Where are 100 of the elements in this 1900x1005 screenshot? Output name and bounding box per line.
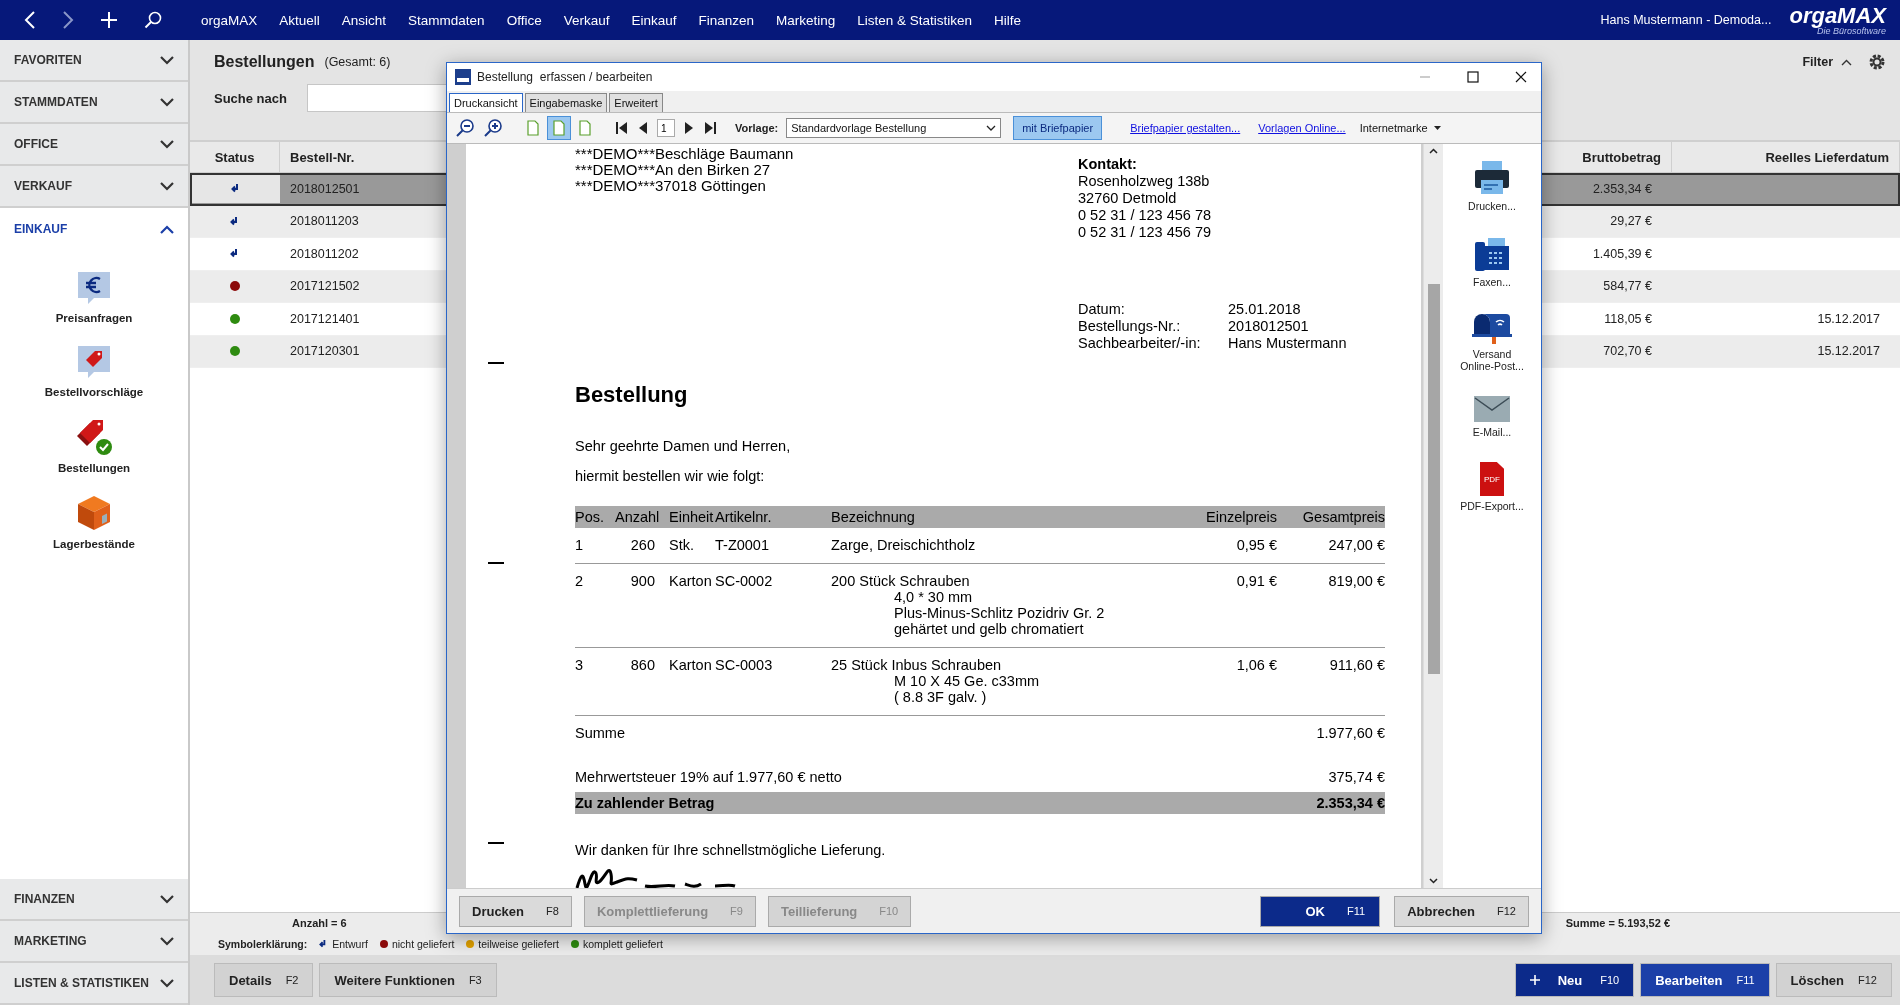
toolbar-button[interactable]: Löschen F12 — [1775, 963, 1892, 997]
letterhead-toggle[interactable]: mit Briefpapier — [1013, 116, 1103, 140]
nav-item-label[interactable]: Bestellungen — [57, 462, 131, 474]
table-cell-text: Zarge, Dreischichtholz — [831, 537, 977, 553]
pdf-icon[interactable]: PDF — [1480, 462, 1504, 496]
item-detail: ( 8.8 3F galv. ) — [893, 689, 988, 705]
dialog-button[interactable]: Abbrechen F12 — [1394, 895, 1529, 927]
item-detail: 4,0 * 30 mm — [893, 589, 974, 605]
intro-text: hiermit bestellen wir wie folgt: — [575, 468, 766, 484]
box-icon[interactable] — [76, 494, 112, 532]
menu-item[interactable]: Aktuell — [268, 12, 331, 28]
zoom-in-icon[interactable] — [483, 118, 503, 138]
table-cell-text: 260 — [629, 537, 656, 553]
table-cell: 2018011203 — [290, 214, 359, 229]
stamp-menu[interactable]: Internetmarke — [1353, 121, 1447, 135]
page-number-field[interactable]: 1 — [657, 119, 675, 137]
page-view-button[interactable] — [547, 116, 571, 140]
item-detail: gehärtet und gelb chromatiert — [893, 621, 1085, 637]
mailbox-icon[interactable] — [1472, 312, 1512, 344]
tag-bubble-icon[interactable] — [76, 344, 112, 380]
action-label[interactable]: E-Mail... — [1455, 426, 1529, 438]
sender-line: ***DEMO***37018 Göttingen — [575, 178, 767, 194]
closing-text: Wir danken für Ihre schnellstmögliche Lieferung. — [575, 842, 887, 858]
toolbar-button[interactable]: Details F2 — [214, 963, 314, 997]
action-label[interactable]: Drucken... — [1455, 200, 1529, 212]
menu-item[interactable]: Verkauf — [552, 12, 621, 28]
toolbar-button[interactable]: Weitere Funktionen F3 — [319, 963, 497, 997]
action-label[interactable]: Versand Online-Post... — [1455, 348, 1529, 372]
menu-item[interactable]: Einkauf — [620, 12, 688, 28]
scrollbar-thumb[interactable] — [1427, 284, 1440, 674]
printer-icon[interactable] — [1474, 160, 1510, 196]
chevron-up-icon — [160, 224, 174, 234]
settings-icon[interactable] — [1868, 53, 1886, 71]
tab[interactable]: Erweitert — [609, 93, 663, 112]
zoom-out-icon[interactable] — [455, 118, 475, 138]
action-label[interactable]: PDF-Export... — [1455, 500, 1529, 512]
column-header: Gesamtpreis — [1301, 509, 1385, 525]
menu-item[interactable]: Office — [495, 12, 553, 28]
menu-item[interactable]: Stammdaten — [397, 12, 496, 28]
menu-item[interactable]: Hilfe — [983, 12, 1033, 28]
first-page-icon[interactable] — [615, 121, 629, 135]
column-header: Anzahl — [615, 509, 661, 525]
search-icon[interactable] — [144, 11, 162, 29]
action-label[interactable]: Faxen... — [1455, 276, 1529, 288]
scroll-up-icon — [1429, 148, 1438, 154]
nav-item-label[interactable]: Lagerbestände — [53, 538, 135, 550]
table-cell-text: 0,91 € — [1235, 573, 1277, 591]
dialog-button[interactable]: OK F11 — [1260, 895, 1381, 927]
table-cell-text: 200 Stück Schrauben — [831, 573, 971, 589]
template-dropdown[interactable]: Standardvorlage Bestellung — [786, 118, 1002, 138]
table-cell: 2017121401 — [290, 311, 360, 326]
menu-item[interactable]: Ansicht — [330, 12, 398, 28]
table-cell: 15.12.2017 — [1817, 311, 1880, 326]
legend-text: Entwurf — [332, 938, 368, 950]
legend-text: teilweise geliefert — [478, 938, 559, 950]
last-page-icon[interactable] — [703, 121, 717, 135]
table-cell: 2018012501 — [290, 181, 360, 196]
tab[interactable]: Eingabemaske — [524, 93, 608, 112]
next-page-icon[interactable] — [683, 121, 695, 135]
plus-icon[interactable] — [100, 11, 118, 29]
maximize-icon[interactable] — [1467, 71, 1479, 83]
chevron-down-icon — [160, 894, 174, 904]
envelope-icon[interactable] — [1474, 396, 1510, 422]
filter-button[interactable]: Filter — [1796, 54, 1858, 70]
link[interactable]: Vorlagen Online... — [1258, 122, 1346, 134]
previous-page-icon[interactable] — [637, 121, 649, 135]
nav-item-label[interactable]: Bestellvorschläge — [44, 386, 144, 398]
scroll-down-icon — [1429, 878, 1438, 884]
sum-total: Summe = 5.193,52 € — [1565, 917, 1670, 929]
euro-bubble-icon[interactable] — [76, 270, 112, 306]
legend-label: Symbolerklärung: — [218, 938, 308, 950]
link[interactable]: Briefpapier gestalten... — [1130, 122, 1241, 134]
menu-item[interactable]: orgaMAX — [190, 12, 269, 28]
toolbar-button[interactable]: Bearbeiten F11 — [1640, 963, 1770, 997]
column-header[interactable]: Status — [190, 142, 280, 172]
dialog-button[interactable]: Drucken F8 — [459, 895, 572, 927]
chevron-down-icon — [160, 936, 174, 946]
scrollbar[interactable] — [1423, 144, 1443, 888]
close-icon[interactable] — [1515, 71, 1527, 83]
meta-label: Bestellungs-Nr.: — [1078, 318, 1182, 335]
fax-icon[interactable] — [1474, 236, 1510, 272]
document-heading: Bestellung — [575, 382, 689, 408]
nav-item-label[interactable]: Preisanfragen — [55, 312, 133, 324]
row-count: Anzahl = 6 — [292, 917, 347, 929]
tab[interactable]: Druckansicht — [449, 93, 523, 112]
user-name[interactable]: Hans Mustermann - Demoda... — [1600, 13, 1772, 27]
menu-item[interactable]: Listen & Statistiken — [846, 12, 984, 28]
toolbar-button[interactable]: Neu F10 — [1514, 963, 1635, 997]
tags-check-icon[interactable] — [75, 418, 113, 456]
table-cell: 2017120301 — [290, 344, 360, 359]
contact-label: Kontakt: — [1078, 156, 1138, 173]
menu-item[interactable]: Marketing — [765, 12, 847, 28]
legend-text: nicht geliefert — [391, 938, 455, 950]
column-header[interactable]: Reelles Lieferdatum — [1672, 142, 1900, 172]
table-cell-text: SC-0003 — [715, 657, 774, 675]
table-cell: 118,05 € — [1604, 311, 1652, 326]
chevron-down-icon — [160, 55, 174, 65]
salutation: Sehr geehrte Damen und Herren, — [575, 438, 792, 454]
menu-item[interactable]: Finanzen — [687, 12, 765, 28]
caret-icon — [1433, 126, 1441, 130]
